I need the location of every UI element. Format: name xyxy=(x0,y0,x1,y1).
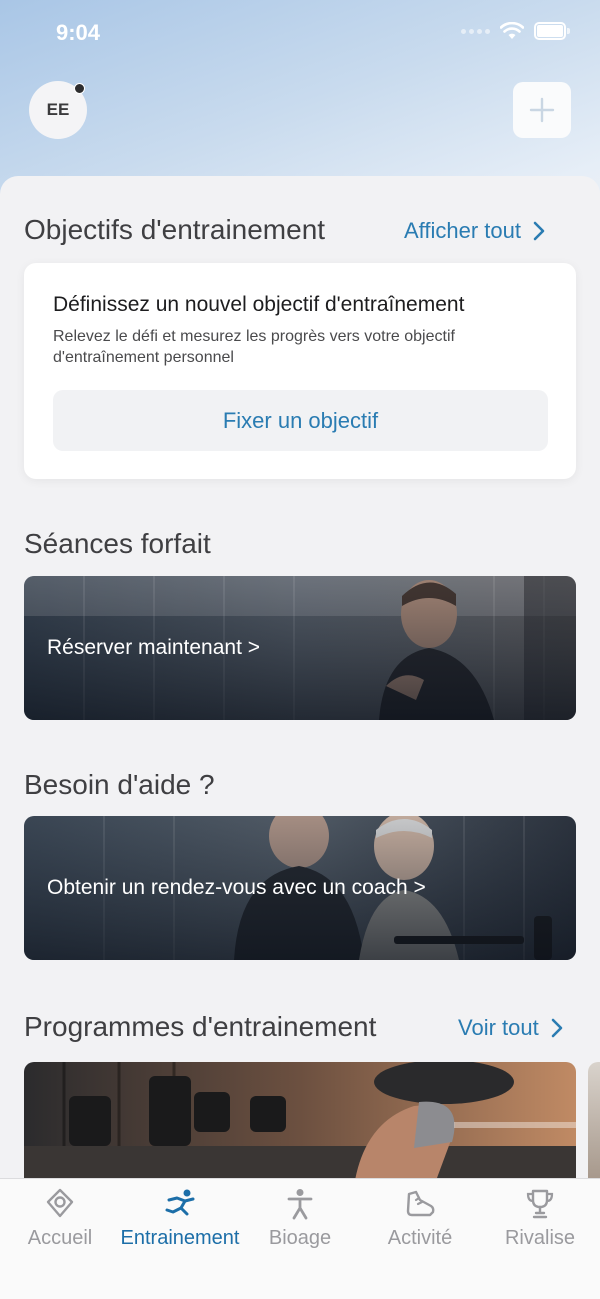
chevron-right-icon xyxy=(551,1018,563,1038)
goal-card: Définissez un nouvel objectif d'entraîne… xyxy=(24,263,576,479)
goals-show-all-label: Afficher tout xyxy=(404,218,521,243)
goals-section-title: Objectifs d'entrainement xyxy=(24,214,326,245)
goal-card-title: Définissez un nouvel objectif d'entraîne… xyxy=(53,293,465,316)
programs-see-all-link[interactable]: Voir tout xyxy=(458,1015,563,1041)
tab-activite[interactable]: Activité xyxy=(360,1187,480,1257)
program-card-next[interactable] xyxy=(588,1062,600,1186)
location-pin-icon xyxy=(43,1187,77,1221)
tab-bioage[interactable]: Bioage xyxy=(240,1187,360,1257)
book-session-banner[interactable]: Réserver maintenant > xyxy=(24,576,576,720)
chevron-right-icon xyxy=(533,221,545,241)
runner-icon xyxy=(163,1187,197,1221)
main-content: Objectifs d'entrainement Afficher tout D… xyxy=(0,176,600,1186)
programs-section-title: Programmes d'entrainement xyxy=(24,1011,377,1042)
person-icon xyxy=(283,1187,317,1221)
status-icons xyxy=(461,22,570,40)
wifi-icon xyxy=(500,22,524,39)
tab-label: Rivalise xyxy=(504,1227,576,1249)
program-card[interactable] xyxy=(24,1062,576,1186)
signal-icon xyxy=(461,28,490,34)
tab-label: Entrainement xyxy=(120,1227,240,1249)
tab-entrainement[interactable]: Entrainement xyxy=(120,1187,240,1257)
shoe-icon xyxy=(403,1187,437,1221)
book-session-label: Réserver maintenant > xyxy=(47,636,261,659)
plus-icon xyxy=(529,97,555,123)
tab-label: Accueil xyxy=(27,1227,93,1249)
goal-card-description: Relevez le défi et mesurez les progrès v… xyxy=(53,328,455,366)
status-bar: 9:04 xyxy=(0,0,600,66)
avatar-initials: EE xyxy=(46,100,70,119)
sessions-section-title: Séances forfait xyxy=(24,528,211,559)
tab-accueil[interactable]: Accueil xyxy=(0,1187,120,1257)
programs-see-all-label: Voir tout xyxy=(458,1015,539,1040)
goals-show-all-link[interactable]: Afficher tout xyxy=(404,218,545,244)
tab-rivalise[interactable]: Rivalise xyxy=(480,1187,600,1257)
battery-icon xyxy=(534,22,570,40)
notification-dot xyxy=(74,83,85,94)
add-button[interactable] xyxy=(513,82,571,138)
status-time: 9:04 xyxy=(56,20,101,45)
trophy-icon xyxy=(523,1187,557,1221)
coach-appointment-banner[interactable]: Obtenir un rendez-vous avec un coach > xyxy=(24,816,576,960)
coach-appointment-label: Obtenir un rendez-vous avec un coach > xyxy=(47,876,426,899)
program-photo-image xyxy=(24,1062,576,1186)
help-section-title: Besoin d'aide ? xyxy=(24,769,215,800)
set-goal-button[interactable]: Fixer un objectif xyxy=(53,390,548,451)
tab-label: Bioage xyxy=(268,1227,332,1249)
tab-bar: Accueil Entrainement Bioage Activité Riv… xyxy=(0,1178,600,1299)
tab-label: Activité xyxy=(387,1227,453,1249)
